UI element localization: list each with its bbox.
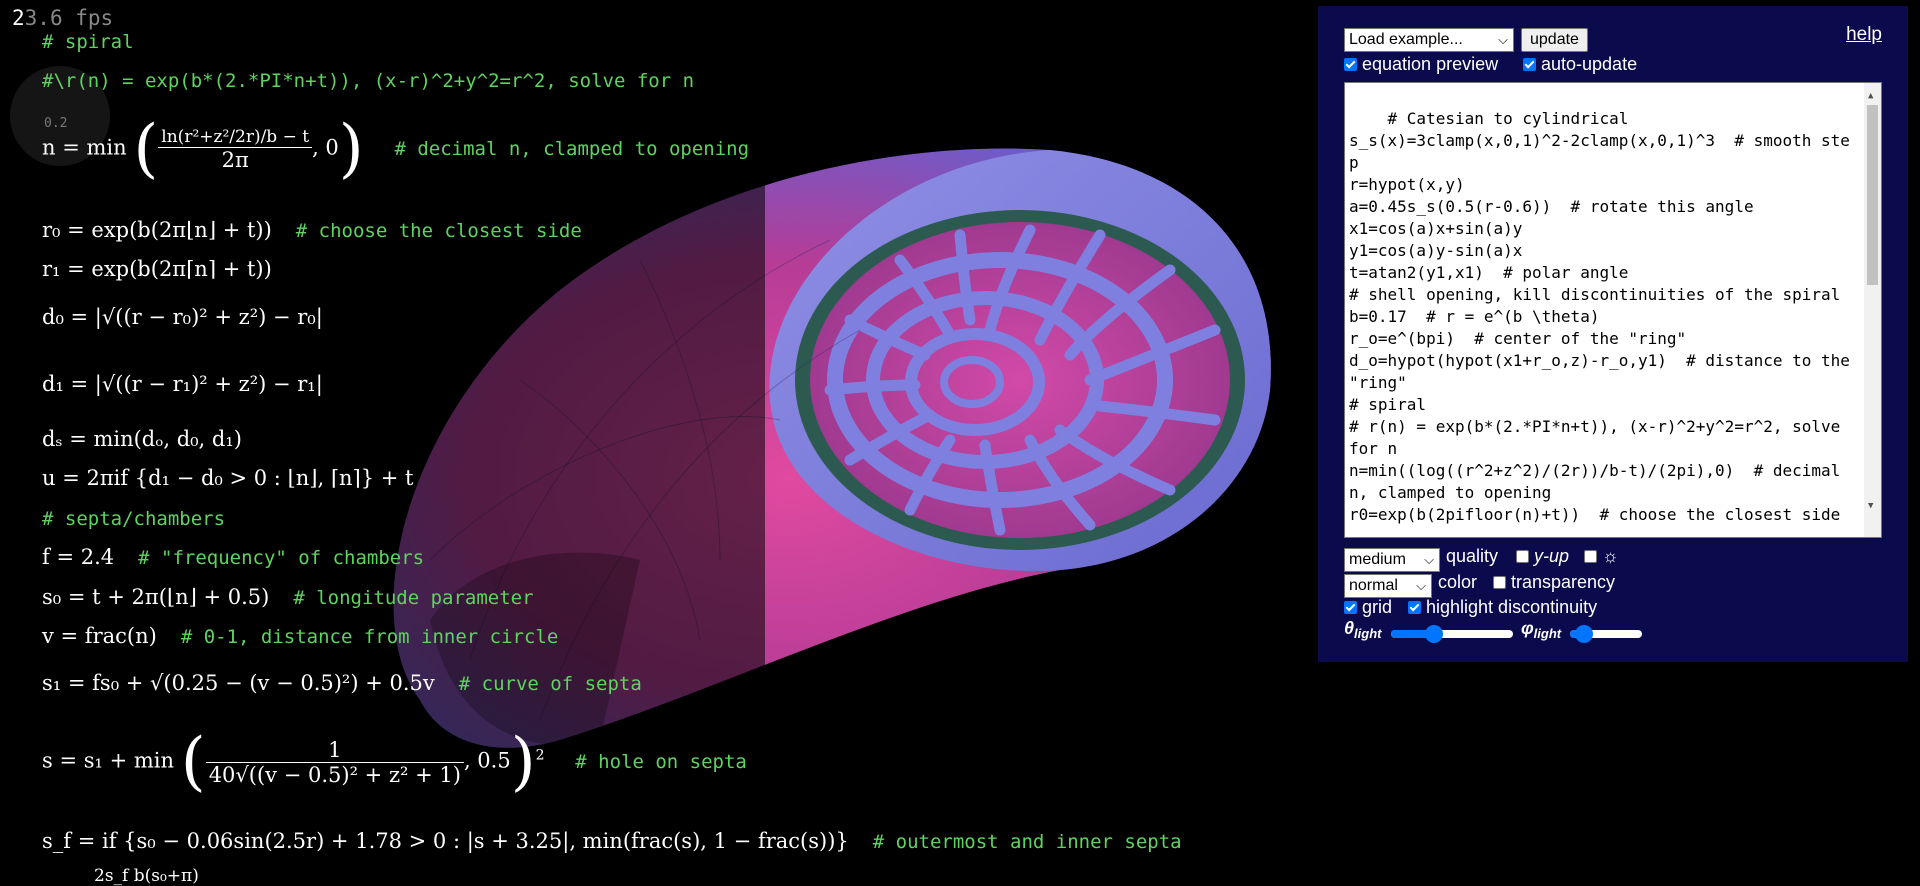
checkbox-checked-icon[interactable]: [1408, 601, 1421, 614]
highlight-discontinuity-toggle[interactable]: highlight discontinuity: [1408, 597, 1597, 618]
eq-s1: s₁ = fs₀ + √(0.25 − (v − 0.5)²) + 0.5v # …: [42, 671, 642, 695]
eq-s: s = s₁ + min (1 40√((v − 0.5)² + z² + 1),…: [42, 725, 747, 799]
checkbox-unchecked-icon[interactable]: [1516, 550, 1529, 563]
light-toggle[interactable]: ☼: [1584, 546, 1619, 567]
chevron-down-icon: ⌵: [1498, 32, 1508, 47]
checkbox-unchecked-icon[interactable]: [1493, 576, 1506, 589]
phi-light-knob[interactable]: [1575, 625, 1593, 643]
comment-septa: # septa/chambers: [42, 508, 226, 530]
transparency-toggle[interactable]: transparency: [1493, 572, 1615, 593]
comment-rn: #\r(n) = exp(b*(2.*PI*n+t)), (x-r)^2+y^2…: [42, 70, 695, 92]
chevron-down-icon: ⌵: [1424, 552, 1434, 567]
equation-preview-toggle[interactable]: equation preview: [1344, 54, 1498, 75]
scrollbar-thumb[interactable]: [1867, 105, 1878, 285]
help-link[interactable]: help: [1846, 24, 1882, 46]
eq-f: f = 2.4 # "frequency" of chambers: [42, 545, 425, 569]
chevron-down-icon: ⌵: [1416, 578, 1426, 593]
eq-last-partial: 2s_f b(s₀+π): [94, 866, 199, 886]
theta-light-label: θlight: [1344, 618, 1382, 641]
color-label: color: [1438, 572, 1478, 592]
theta-light-knob[interactable]: [1425, 625, 1443, 643]
y-up-toggle[interactable]: y-up: [1516, 546, 1569, 567]
checkbox-checked-icon[interactable]: [1344, 58, 1357, 71]
theta-light-slider[interactable]: [1391, 625, 1513, 643]
eq-d1: d₁ = |√((r − r₁)² + z²) − r₁|: [42, 372, 323, 396]
quality-label: quality: [1446, 546, 1499, 566]
update-button[interactable]: update: [1521, 28, 1588, 52]
eq-sf: s_f = if {s₀ − 0.06sin(2.5r) + 1.78 > 0 …: [42, 829, 1182, 853]
fps-counter: 23.6 fps: [12, 6, 114, 30]
checkbox-checked-icon[interactable]: [1344, 601, 1357, 614]
eq-r1: r₁ = exp(b(2π⌈n⌉ + t)): [42, 257, 272, 281]
checkbox-checked-icon[interactable]: [1523, 58, 1536, 71]
color-select[interactable]: normal ⌵: [1344, 574, 1432, 598]
equation-editor[interactable]: # Catesian to cylindrical s_s(x)=3clamp(…: [1344, 82, 1882, 538]
eq-d0: d₀ = |√((r − r₀)² + z²) − r₀|: [42, 305, 323, 329]
control-panel: Load example... ⌵ update help equation pr…: [1318, 6, 1908, 662]
eq-n: n = min (ln(r²+z²/2r)/b − t 2π, 0) # deci…: [42, 112, 750, 186]
sun-icon: ☼: [1602, 546, 1619, 566]
phi-light-label: φlight: [1521, 618, 1562, 641]
auto-update-toggle[interactable]: auto-update: [1523, 54, 1637, 75]
scroll-up-icon[interactable]: ▲: [1868, 85, 1873, 107]
load-example-select[interactable]: Load example... ⌵: [1344, 28, 1514, 52]
grid-toggle[interactable]: grid: [1344, 597, 1392, 618]
eq-s0: s₀ = t + 2π(⌊n⌋ + 0.5) # longitude parame…: [42, 585, 534, 609]
editor-scrollbar[interactable]: ▲ ▼: [1864, 83, 1881, 537]
eq-u: u = 2πif {d₁ − d₀ > 0 : ⌊n⌋, ⌈n⌉} + t: [42, 466, 414, 490]
quality-select[interactable]: medium ⌵: [1344, 548, 1440, 572]
eq-r0: r₀ = exp(b(2π⌊n⌋ + t)) # choose the close…: [42, 218, 582, 242]
checkbox-unchecked-icon[interactable]: [1584, 550, 1597, 563]
eq-ds: dₛ = min(dₒ, d₀, d₁): [42, 427, 242, 451]
scroll-down-icon[interactable]: ▼: [1868, 495, 1873, 517]
comment-spiral: # spiral: [42, 31, 134, 53]
phi-light-slider[interactable]: [1570, 625, 1642, 643]
eq-v: v = frac(n) # 0-1, distance from inner ci…: [42, 624, 559, 648]
